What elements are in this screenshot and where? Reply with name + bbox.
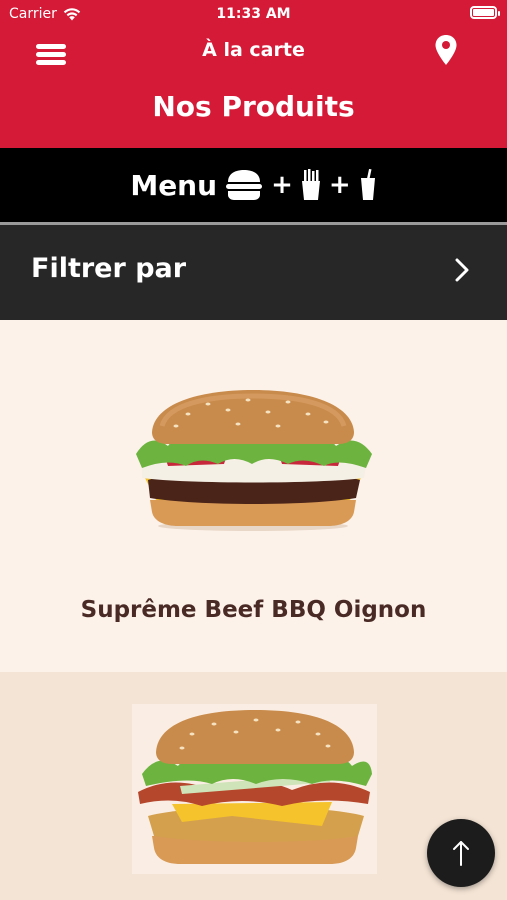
plus-sign: + [328,170,351,200]
battery-icon [470,6,500,19]
page-title: Nos Produits [152,90,355,123]
location-button[interactable] [434,34,458,66]
status-time: 11:33 AM [216,6,291,22]
drink-icon [360,169,375,200]
filter-label: Filtrer par [31,253,187,284]
product-image [136,390,372,531]
scroll-to-top-button[interactable] [427,819,495,887]
product-image-burger [138,710,372,864]
arrow-up-icon [453,841,469,866]
product-name: Suprême Beef BBQ Oignon [80,597,427,623]
plus-sign: + [271,170,293,200]
header: À la carte Nos Produits [0,28,507,148]
product-image [132,704,377,874]
menu-banner[interactable]: Menu + + [0,148,507,222]
menu-banner-label: Menu [130,168,218,202]
status-bar: Carrier 11:33 AM [0,0,507,28]
fries-icon [301,169,320,200]
product-card[interactable]: Suprême Beef BBQ Oignon [0,320,507,672]
filter-button[interactable]: Filtrer par [0,225,507,320]
burger-icon [226,170,263,200]
location-pin-icon [435,35,457,65]
chevron-right-icon [455,258,469,282]
nav-title: À la carte [202,39,305,61]
